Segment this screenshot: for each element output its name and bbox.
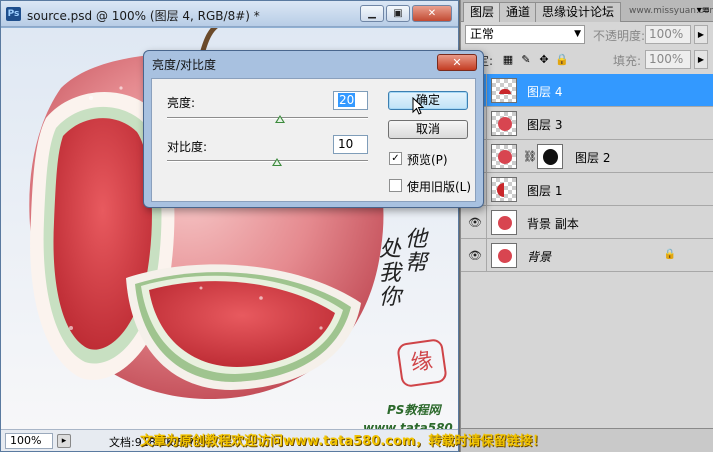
layer-name: 背景 xyxy=(527,250,552,264)
dialog-title: 亮度/对比度 xyxy=(152,58,217,72)
close-button[interactable]: ✕ xyxy=(412,5,452,22)
layer-thumbnail xyxy=(491,144,517,169)
dialog-close-button[interactable]: ✕ xyxy=(437,54,477,71)
document-title: source.psd @ 100% (图层 4, RGB/8#) * xyxy=(27,9,260,23)
fill-label: 填充: xyxy=(613,54,642,68)
dialog-titlebar[interactable]: 亮度/对比度 ✕ xyxy=(144,51,483,75)
layer-name: 图层 4 xyxy=(527,85,563,99)
layers-panel: 图层 通道 思缘设计论坛 www.missyuan.com ▾≡ 正常 ▼ 不透明… xyxy=(460,0,713,452)
layer-mask-thumbnail[interactable] xyxy=(537,144,563,169)
mask-link-icon[interactable]: ⛓ xyxy=(523,150,537,163)
layer-row-2[interactable]: ⛓ 图层 2 xyxy=(461,140,713,173)
opacity-label: 不透明度: xyxy=(593,29,646,43)
calligraphy-watermark-col1: 他帮 xyxy=(404,227,427,276)
contrast-slider-track[interactable] xyxy=(167,160,368,162)
layer-list: 图层 4 图层 3 ⛓ 图层 2 图层 1 👁 背景 副本 👁 背景 🔒 xyxy=(461,74,713,272)
calligraphy-watermark-col2: 处我你 xyxy=(378,237,401,310)
fill-input[interactable]: 100% xyxy=(645,50,691,69)
opacity-input[interactable]: 100% xyxy=(645,25,691,44)
status-menu-icon[interactable]: ▸ xyxy=(57,434,71,448)
tab-forum[interactable]: 思缘设计论坛 xyxy=(535,2,622,22)
contrast-input[interactable]: 10 xyxy=(333,135,368,154)
brightness-slider-track[interactable] xyxy=(167,117,368,119)
layer-name: 背景 副本 xyxy=(527,217,579,231)
watermark-site-url: www.tata580.com xyxy=(363,421,458,429)
visibility-toggle[interactable]: 👁 xyxy=(461,239,487,272)
blend-mode-select[interactable]: 正常 ▼ xyxy=(465,25,585,44)
contrast-slider-thumb[interactable] xyxy=(272,158,282,166)
brightness-label: 亮度: xyxy=(167,96,196,110)
layer-thumbnail xyxy=(491,210,517,235)
red-seal-stamp: 缘 xyxy=(396,338,448,388)
contrast-label: 对比度: xyxy=(167,140,208,154)
visibility-toggle[interactable]: 👁 xyxy=(461,206,487,239)
layer-thumbnail xyxy=(491,177,517,202)
watermark-site-name: PS教程网 xyxy=(387,403,441,417)
brightness-contrast-dialog: 亮度/对比度 ✕ 亮度: 20 对比度: 10 确定 取消 ✓ 预览(P) 使用… xyxy=(143,50,484,208)
legacy-label: 使用旧版(L) xyxy=(407,180,472,194)
cancel-button[interactable]: 取消 xyxy=(388,120,468,139)
panel-menu-icon[interactable]: ▾≡ xyxy=(697,5,710,16)
restore-button[interactable]: ▣ xyxy=(386,5,410,22)
photoshop-icon: Ps xyxy=(6,7,21,21)
layer-thumbnail xyxy=(491,78,517,103)
brightness-input[interactable]: 20 xyxy=(333,91,368,110)
layer-row-3[interactable]: 图层 3 xyxy=(461,107,713,140)
lock-paint-icon[interactable]: ✎ xyxy=(519,53,533,67)
background-lock-icon: 🔒 xyxy=(663,249,676,260)
layer-row-1[interactable]: 图层 1 xyxy=(461,173,713,206)
layer-thumbnail xyxy=(491,111,517,136)
lock-move-icon[interactable]: ✥ xyxy=(537,53,551,67)
layer-name: 图层 3 xyxy=(527,118,563,132)
legacy-checkbox[interactable] xyxy=(389,179,402,192)
chevron-down-icon: ▼ xyxy=(574,29,581,39)
eye-icon: 👁 xyxy=(468,249,482,262)
zoom-field[interactable]: 100% xyxy=(5,433,53,449)
document-titlebar[interactable]: Ps source.psd @ 100% (图层 4, RGB/8#) * ▁ … xyxy=(1,1,458,27)
layer-row-background[interactable]: 👁 背景 🔒 xyxy=(461,239,713,272)
layer-row-4[interactable]: 图层 4 xyxy=(461,74,713,107)
preview-label: 预览(P) xyxy=(407,153,448,167)
panel-tab-bar: 图层 通道 思缘设计论坛 www.missyuan.com ▾≡ xyxy=(461,0,713,22)
opacity-arrow-icon[interactable]: ▶ xyxy=(694,25,708,44)
minimize-button[interactable]: ▁ xyxy=(360,5,384,22)
preview-checkbox[interactable]: ✓ xyxy=(389,152,402,165)
footer-banner-text: 文章为原创教程欢迎访问www.tata580.com，转载时请保留链接！ xyxy=(140,434,546,449)
layer-thumbnail xyxy=(491,243,517,268)
fill-arrow-icon[interactable]: ▶ xyxy=(694,50,708,69)
layer-name: 图层 1 xyxy=(527,184,563,198)
mouse-cursor-icon xyxy=(412,97,424,115)
brightness-slider-thumb[interactable] xyxy=(275,115,285,123)
layer-row-background-copy[interactable]: 👁 背景 副本 xyxy=(461,206,713,239)
tab-layers[interactable]: 图层 xyxy=(463,2,502,22)
dialog-body: 亮度: 20 对比度: 10 确定 取消 ✓ 预览(P) 使用旧版(L) xyxy=(151,78,476,202)
eye-icon: 👁 xyxy=(468,216,482,229)
tab-channels[interactable]: 通道 xyxy=(499,2,538,22)
lock-all-icon[interactable]: 🔒 xyxy=(555,53,569,67)
layer-name: 图层 2 xyxy=(575,151,611,165)
lock-transparent-icon[interactable]: ▦ xyxy=(501,53,515,67)
ok-button[interactable]: 确定 xyxy=(388,91,468,110)
